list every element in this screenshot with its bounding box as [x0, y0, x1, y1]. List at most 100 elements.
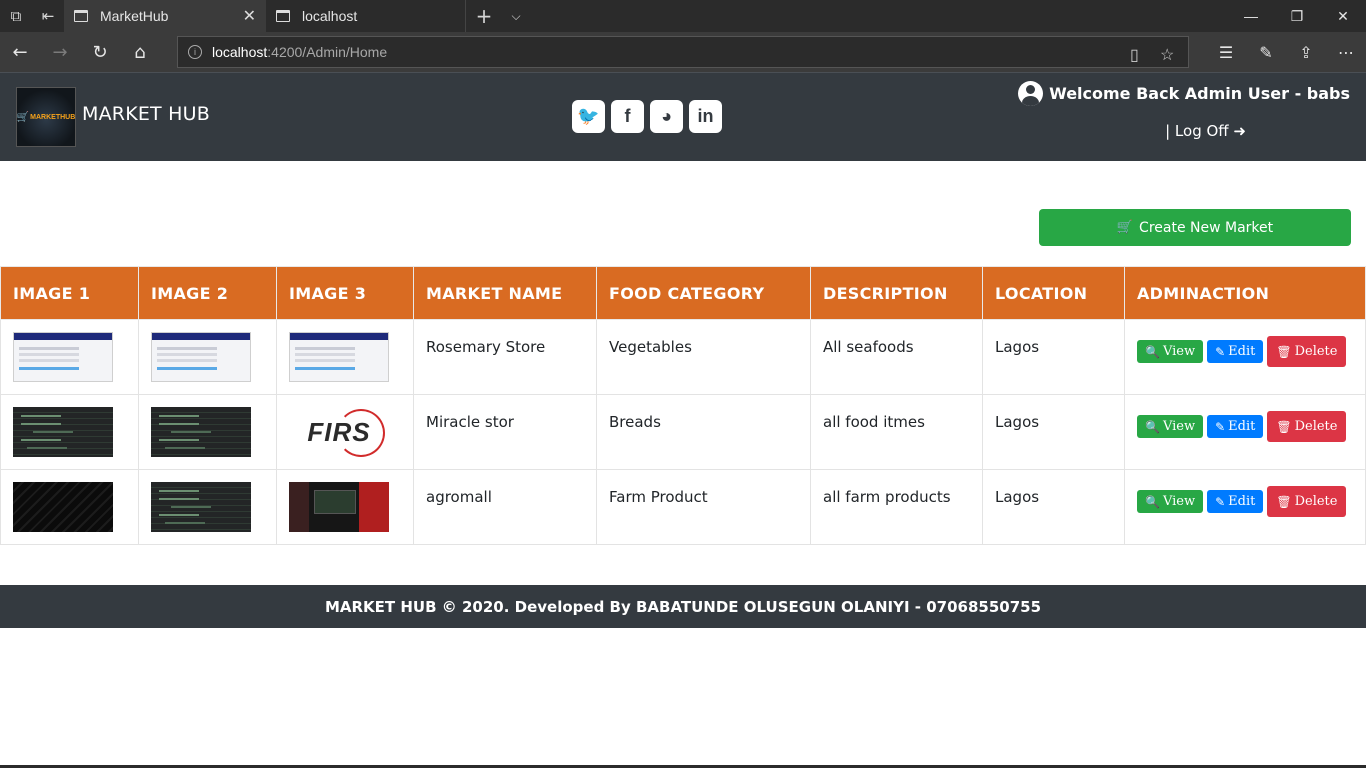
app-header: 🛒 MARKETHUB MARKET HUB 🐦 f ◕ in Welcome …	[0, 72, 1366, 161]
image-cell: FIRS	[276, 394, 414, 470]
market-image[interactable]	[151, 482, 251, 532]
user-circle-icon	[1018, 81, 1044, 106]
edit-label: Edit	[1228, 494, 1256, 509]
back-icon[interactable]: ←	[0, 32, 40, 72]
social-links: 🐦 f ◕ in	[572, 100, 722, 133]
market-name-cell: Rosemary Store	[413, 319, 597, 395]
image-cell	[138, 394, 277, 470]
edit-label: Edit	[1228, 419, 1256, 434]
minimize-button[interactable]: —	[1228, 0, 1274, 32]
image-cell	[138, 319, 277, 395]
edit-icon: ✎	[1215, 344, 1226, 359]
market-image[interactable]	[289, 332, 389, 382]
browser-tab-bar: ⧉ ⇤ MarketHub ✕ localhost + ⌵ — ❐ ✕	[0, 0, 1366, 32]
search-plus-icon: 🔍	[1145, 494, 1160, 509]
chevron-down-icon[interactable]: ⌵	[500, 0, 532, 32]
trash-icon: 🗑	[1276, 344, 1292, 359]
table-header-row: IMAGE 1 IMAGE 2 IMAGE 3 MARKET NAME FOOD…	[0, 266, 1366, 320]
view-button[interactable]: 🔍 View	[1137, 490, 1204, 513]
edit-button[interactable]: ✎ Edit	[1207, 415, 1264, 438]
refresh-icon[interactable]: ↻	[80, 32, 120, 72]
image-cell	[138, 469, 277, 545]
tab-title: MarketHub	[100, 8, 169, 24]
markets-table: IMAGE 1 IMAGE 2 IMAGE 3 MARKET NAME FOOD…	[0, 266, 1366, 545]
column-header: LOCATION	[982, 266, 1125, 320]
tab-list-icon[interactable]: ⧉	[0, 0, 32, 32]
location-cell: Lagos	[982, 469, 1125, 545]
column-header: IMAGE 3	[276, 266, 414, 320]
description-cell: all farm products	[810, 469, 983, 545]
tab-markethub[interactable]: MarketHub ✕	[64, 0, 266, 32]
edit-button[interactable]: ✎ Edit	[1207, 340, 1264, 363]
market-image[interactable]	[289, 482, 389, 532]
github-icon[interactable]: ◕	[650, 100, 683, 133]
url-path: :4200/Admin/Home	[267, 44, 388, 60]
location-cell: Lagos	[982, 394, 1125, 470]
market-name-cell: agromall	[413, 469, 597, 545]
market-image[interactable]: FIRS	[289, 407, 389, 457]
delete-label: Delete	[1294, 419, 1338, 434]
table-row: agromall Farm Product all farm products …	[0, 469, 1366, 545]
search-plus-icon: 🔍	[1145, 419, 1160, 434]
firs-logo-text: FIRS	[307, 416, 371, 447]
set-aside-icon[interactable]: ⇤	[32, 0, 64, 32]
facebook-icon[interactable]: f	[611, 100, 644, 133]
view-label: View	[1162, 419, 1196, 434]
brand-logo[interactable]: 🛒 MARKETHUB	[16, 87, 76, 147]
page-icon	[74, 10, 88, 22]
food-category-cell: Farm Product	[596, 469, 811, 545]
twitter-icon[interactable]: 🐦	[572, 100, 605, 133]
tab-title: localhost	[302, 8, 358, 24]
market-image[interactable]	[151, 332, 251, 382]
market-image[interactable]	[13, 407, 113, 457]
image-cell	[0, 319, 139, 395]
view-label: View	[1162, 344, 1196, 359]
welcome-message: Welcome Back Admin User - babs	[1018, 81, 1350, 106]
url-field[interactable]: i localhost:4200/Admin/Home ▯ ☆	[177, 36, 1189, 68]
forward-icon[interactable]: →	[40, 32, 80, 72]
footer-text: MARKET HUB © 2020. Developed By BABATUND…	[324, 597, 1042, 616]
delete-button[interactable]: 🗑 Delete	[1267, 411, 1347, 442]
notes-icon[interactable]: ✎	[1246, 32, 1286, 72]
column-header: FOOD CATEGORY	[596, 266, 811, 320]
market-image[interactable]	[13, 332, 113, 382]
reading-view-icon[interactable]: ▯	[1130, 45, 1139, 65]
column-header: IMAGE 2	[138, 266, 277, 320]
logoff-link[interactable]: | Log Off ➜	[1165, 122, 1246, 140]
tab-localhost[interactable]: localhost	[266, 0, 466, 32]
more-icon[interactable]: ⋯	[1326, 32, 1366, 72]
create-new-market-button[interactable]: 🛒 Create New Market	[1039, 209, 1351, 246]
location-cell: Lagos	[982, 319, 1125, 395]
close-tab-icon[interactable]: ✕	[243, 6, 256, 26]
linkedin-icon[interactable]: in	[689, 100, 722, 133]
delete-button[interactable]: 🗑 Delete	[1267, 486, 1347, 517]
cart-icon: 🛒	[1116, 220, 1134, 235]
favorite-star-icon[interactable]: ☆	[1160, 45, 1174, 65]
cart-icon: 🛒	[16, 111, 30, 123]
market-image[interactable]	[13, 482, 113, 532]
view-button[interactable]: 🔍 View	[1137, 340, 1204, 363]
edit-label: Edit	[1228, 344, 1256, 359]
delete-label: Delete	[1294, 344, 1338, 359]
column-header: IMAGE 1	[0, 266, 139, 320]
food-category-cell: Vegetables	[596, 319, 811, 395]
share-icon[interactable]: ⇪	[1286, 32, 1326, 72]
market-name-cell: Miracle stor	[413, 394, 597, 470]
welcome-text: Welcome Back Admin User - babs	[1049, 84, 1350, 103]
delete-button[interactable]: 🗑 Delete	[1267, 336, 1347, 367]
edit-icon: ✎	[1215, 419, 1226, 434]
page-footer: MARKET HUB © 2020. Developed By BABATUND…	[0, 585, 1366, 628]
close-window-button[interactable]: ✕	[1320, 0, 1366, 32]
favorites-icon[interactable]: ☰	[1206, 32, 1246, 72]
new-tab-icon[interactable]: +	[468, 0, 500, 32]
market-image[interactable]	[151, 407, 251, 457]
url-host: localhost	[212, 44, 268, 60]
site-info-icon[interactable]: i	[188, 45, 202, 59]
view-button[interactable]: 🔍 View	[1137, 415, 1204, 438]
home-icon[interactable]: ⌂	[120, 32, 160, 72]
admin-action-cell: 🔍 View ✎ Edit 🗑 Delete	[1124, 319, 1366, 395]
restore-button[interactable]: ❐	[1274, 0, 1320, 32]
image-cell	[0, 394, 139, 470]
edit-button[interactable]: ✎ Edit	[1207, 490, 1264, 513]
brand-name[interactable]: MARKET HUB	[82, 103, 210, 125]
